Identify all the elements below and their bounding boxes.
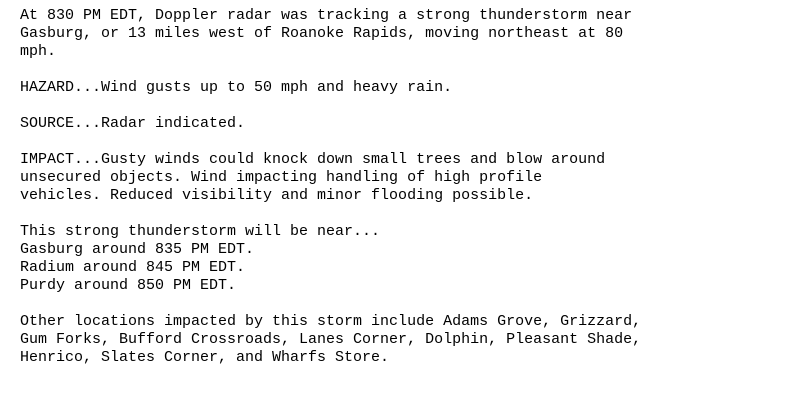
weather-statement-text: At 830 PM EDT, Doppler radar was trackin… bbox=[20, 7, 800, 367]
overview-line: At 830 PM EDT, Doppler radar was trackin… bbox=[20, 7, 633, 24]
impact-line: unsecured objects. Wind impacting handli… bbox=[20, 169, 543, 186]
overview-line: mph. bbox=[20, 43, 57, 60]
timeline-paragraph: This strong thunderstorm will be near...… bbox=[20, 223, 800, 295]
other-locations-line: Henrico, Slates Corner, and Wharfs Store… bbox=[20, 349, 390, 366]
hazard-line: HAZARD...Wind gusts up to 50 mph and hea… bbox=[20, 79, 453, 96]
impact-line: IMPACT...Gusty winds could knock down sm… bbox=[20, 151, 606, 168]
source-line: SOURCE...Radar indicated. bbox=[20, 115, 246, 132]
weather-statement-page: At 830 PM EDT, Doppler radar was trackin… bbox=[0, 0, 800, 400]
other-locations-line: Gum Forks, Bufford Crossroads, Lanes Cor… bbox=[20, 331, 642, 348]
source-paragraph: SOURCE...Radar indicated. bbox=[20, 115, 800, 133]
overview-paragraph: At 830 PM EDT, Doppler radar was trackin… bbox=[20, 7, 800, 61]
timeline-line: Radium around 845 PM EDT. bbox=[20, 259, 246, 276]
impact-line: vehicles. Reduced visibility and minor f… bbox=[20, 187, 534, 204]
other-locations-paragraph: Other locations impacted by this storm i… bbox=[20, 313, 800, 367]
timeline-line: This strong thunderstorm will be near... bbox=[20, 223, 381, 240]
timeline-line: Purdy around 850 PM EDT. bbox=[20, 277, 237, 294]
impact-paragraph: IMPACT...Gusty winds could knock down sm… bbox=[20, 151, 800, 205]
timeline-line: Gasburg around 835 PM EDT. bbox=[20, 241, 255, 258]
other-locations-line: Other locations impacted by this storm i… bbox=[20, 313, 642, 330]
overview-line: Gasburg, or 13 miles west of Roanoke Rap… bbox=[20, 25, 624, 42]
hazard-paragraph: HAZARD...Wind gusts up to 50 mph and hea… bbox=[20, 79, 800, 97]
